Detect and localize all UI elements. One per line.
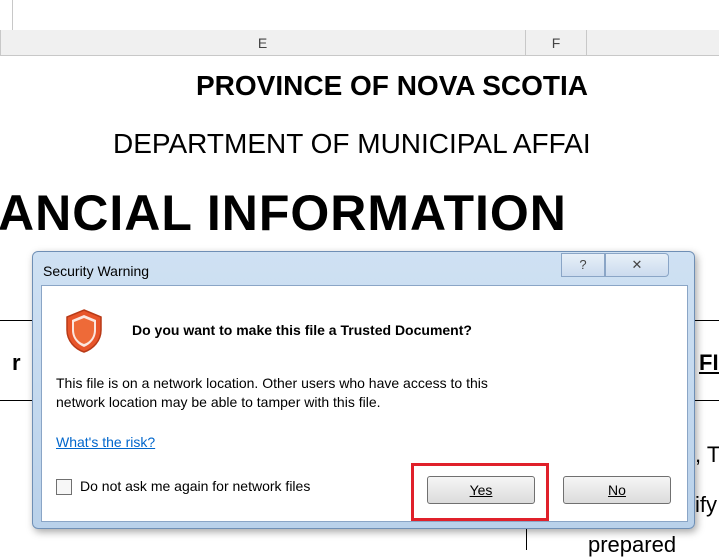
whats-the-risk-link[interactable]: What's the risk? (56, 434, 155, 450)
sheet-cell-fragment[interactable]: , T (695, 442, 719, 468)
yes-button[interactable]: Yes (427, 476, 535, 504)
column-header-f[interactable]: F (526, 30, 586, 55)
help-button[interactable]: ? (561, 253, 605, 277)
sheet-title-financial[interactable]: ANCIAL INFORMATION (0, 184, 567, 242)
no-button-label: No (608, 482, 626, 498)
column-header-e[interactable]: E (0, 30, 525, 55)
sheet-cell-fragment[interactable]: FIC (699, 350, 719, 376)
dont-ask-again-checkbox[interactable] (56, 479, 72, 495)
dialog-message-line: network location may be able to tamper w… (56, 394, 381, 410)
ribbon-area (0, 0, 719, 30)
yes-button-label: Yes (469, 482, 493, 498)
dialog-message-line: This file is on a network location. Othe… (56, 375, 488, 391)
no-button[interactable]: No (563, 476, 671, 504)
dialog-heading: Do you want to make this file a Trusted … (132, 322, 472, 338)
close-icon: ✕ (631, 257, 643, 272)
sheet-cell-fragment[interactable]: prepared (588, 532, 676, 558)
sheet-cell-fragment[interactable]: ify (695, 492, 717, 518)
column-header-bar: E F (0, 30, 719, 56)
dialog-message: This file is on a network location. Othe… (56, 374, 676, 412)
shield-icon (66, 309, 102, 353)
help-icon: ? (579, 257, 587, 272)
security-warning-dialog: Security Warning ? ✕ Do you want to make… (32, 251, 695, 529)
sheet-cell-fragment[interactable]: r (12, 350, 21, 376)
sheet-title-province[interactable]: PROVINCE OF NOVA SCOTIA (196, 70, 588, 102)
dialog-content: Do you want to make this file a Trusted … (41, 285, 688, 522)
dialog-title: Security Warning (43, 263, 150, 279)
dont-ask-again-label[interactable]: Do not ask me again for network files (80, 478, 310, 494)
close-button[interactable]: ✕ (605, 253, 669, 277)
sheet-title-department[interactable]: DEPARTMENT OF MUNICIPAL AFFAI (113, 128, 591, 160)
